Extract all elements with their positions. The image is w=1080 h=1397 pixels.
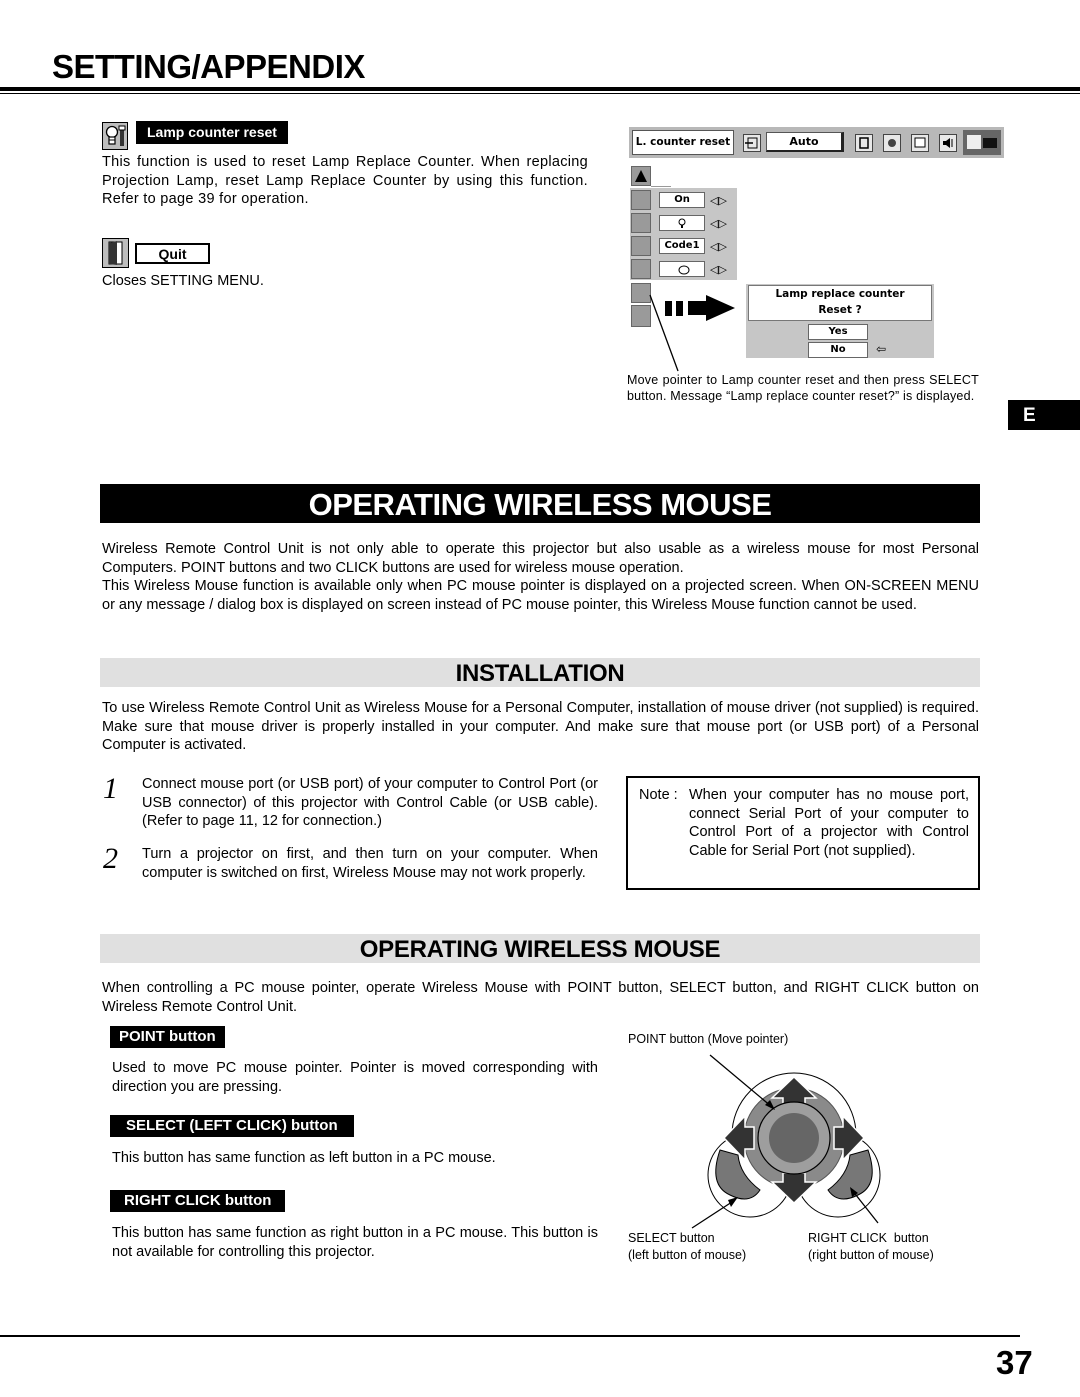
osd-menu-bar: L. counter reset Auto: [629, 127, 1004, 158]
page-number: 37: [996, 1344, 1033, 1381]
power-management-icon: [631, 190, 651, 210]
point-button-label: POINT button: [110, 1026, 225, 1048]
right-click-button-text: This button has same function as right b…: [112, 1225, 598, 1260]
adjust-arrows-icon: ◁▷: [710, 218, 727, 230]
adjust-arrows-icon: ◁▷: [710, 195, 727, 207]
screen-icon: [855, 134, 873, 152]
point-button-text: Used to move PC mouse pointer. Pointer i…: [112, 1060, 598, 1095]
section-title-installation: INSTALLATION: [100, 658, 980, 687]
select-button-label: SELECT (LEFT CLICK) button: [110, 1115, 354, 1137]
right-click-button-label: RIGHT CLICK button: [110, 1190, 286, 1212]
pointer-left-arrow-icon: ⇦: [876, 342, 887, 356]
adjust-arrows-icon: ◁▷: [710, 264, 727, 276]
quit-description: Closes SETTING MENU.: [102, 273, 264, 289]
quit-label: Quit: [135, 243, 210, 264]
step-text: Connect mouse port (or USB port) of your…: [142, 776, 598, 829]
installation-text: To use Wireless Remote Control Unit as W…: [102, 700, 979, 753]
osd-value-remote: Code1: [659, 238, 705, 254]
osd-current-item: L. counter reset: [632, 130, 734, 155]
page-title: SETTING/APPENDIX: [52, 48, 365, 85]
footer-rule: [0, 1335, 1020, 1337]
select-button-text: This button has same function as left bu…: [112, 1150, 496, 1166]
dialog-yes-button[interactable]: Yes: [808, 324, 868, 340]
setting-icon: [963, 130, 1001, 155]
osd-dialog: Lamp replace counter Reset ? Yes No ⇦: [746, 284, 934, 358]
intro-paragraph-1: Wireless Remote Control Unit is not only…: [102, 541, 979, 576]
osd-caption: Move pointer to Lamp counter reset and t…: [627, 373, 979, 403]
remote-control-icon: [631, 236, 651, 256]
up-arrow-icon: [631, 166, 651, 186]
operating-text: When controlling a PC mouse pointer, ope…: [102, 980, 979, 1015]
header-rule-thin: [0, 93, 1080, 94]
select-caption-2: (left button of mouse): [628, 1248, 747, 1262]
select-caption-1: SELECT button: [628, 1231, 715, 1245]
sound-icon: [939, 134, 957, 152]
lamp-wrench-icon: [102, 122, 128, 150]
mouse-port-icon: [631, 259, 651, 279]
note-box: Note : When your computer has no mouse p…: [626, 776, 980, 890]
osd-value-mouse: [659, 261, 705, 277]
adjust-arrows-icon: ◁▷: [710, 241, 727, 253]
image-adjust-icon: [883, 134, 901, 152]
dialog-no-button[interactable]: No: [808, 342, 868, 358]
dialog-line2: Reset ?: [818, 304, 862, 316]
lamp-counter-reset-label: Lamp counter reset: [136, 121, 288, 144]
osd-value-power: On: [659, 192, 705, 208]
right-click-caption-2: (right button of mouse): [808, 1248, 934, 1262]
header-rule: [0, 87, 1080, 91]
section-title-operating-wireless-mouse: OPERATING WIRELESS MOUSE: [100, 484, 980, 523]
step-number: 2: [103, 842, 118, 875]
intro-paragraph-2: This Wireless Mouse function is availabl…: [102, 578, 979, 613]
step-number: 1: [103, 772, 118, 805]
lamp-mode-icon: [631, 213, 651, 233]
note-text: When your computer has no mouse port, co…: [689, 787, 969, 859]
step-text: Turn a projector on first, and then turn…: [142, 846, 598, 881]
pc-adjust-icon: [911, 134, 929, 152]
osd-input-value: Auto: [766, 132, 844, 152]
right-click-caption-1: RIGHT CLICK button: [808, 1231, 929, 1245]
door-exit-icon: [102, 238, 129, 268]
section-title-operating: OPERATING WIRELESS MOUSE: [100, 934, 980, 963]
osd-pointer-graphic: [649, 294, 735, 372]
remote-pad-figure: [691, 1054, 881, 1229]
osd-value-lamp: [659, 215, 705, 231]
lamp-counter-reset-description: This function is used to reset Lamp Repl…: [102, 154, 588, 207]
note-label: Note :: [639, 787, 678, 803]
dialog-line1: Lamp replace counter: [775, 288, 905, 300]
language-tab: E: [1008, 400, 1080, 430]
input-icon: [743, 134, 761, 152]
